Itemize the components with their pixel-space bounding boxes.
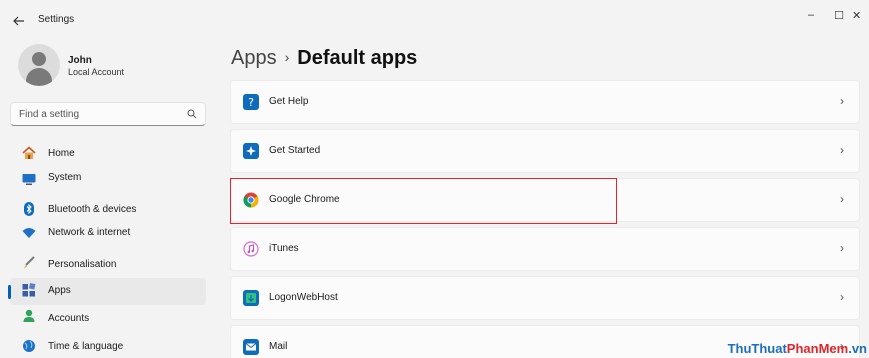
breadcrumb: Apps › Default apps xyxy=(231,47,417,70)
back-button[interactable] xyxy=(8,10,30,32)
app-row-google-chrome[interactable]: Google Chrome › xyxy=(230,178,860,222)
maximize-icon: ☐ xyxy=(834,9,844,22)
sidebar-item-network[interactable]: Network & internet xyxy=(10,223,206,251)
system-icon xyxy=(22,173,36,185)
page-title: Default apps xyxy=(297,47,418,69)
app-name: LogonWebHost xyxy=(269,292,338,303)
close-button[interactable]: ✕ xyxy=(852,4,869,26)
chrome-icon xyxy=(243,192,259,208)
sidebar-nav: Home System Bluetooth & devices Network … xyxy=(8,140,206,358)
app-name: Get Help xyxy=(269,96,309,107)
profile-name: John xyxy=(68,55,92,66)
logon-web-host-icon xyxy=(243,290,259,306)
chevron-right-icon: › xyxy=(840,94,844,108)
watermark: ThuThuatPhanMem.vn xyxy=(727,341,867,356)
mail-icon xyxy=(243,339,259,355)
sidebar-item-label: Personalisation xyxy=(48,259,117,270)
app-name: iTunes xyxy=(269,243,299,254)
brush-icon xyxy=(23,256,35,269)
avatar xyxy=(18,44,60,86)
app-row-logonwebhost[interactable]: LogonWebHost › xyxy=(230,276,860,320)
sidebar-item-time-language[interactable]: Time & language xyxy=(10,333,206,358)
sidebar-item-personalisation[interactable]: Personalisation xyxy=(10,250,206,278)
chevron-right-icon: › xyxy=(840,143,844,157)
itunes-icon xyxy=(243,241,259,257)
home-icon xyxy=(22,146,36,159)
profile-account-type: Local Account xyxy=(68,67,125,77)
sidebar-item-label: Accounts xyxy=(48,313,90,324)
sidebar-item-label: Time & language xyxy=(48,340,124,352)
get-help-icon: ? xyxy=(243,94,259,110)
window-title: Settings xyxy=(38,14,75,25)
minimize-button[interactable]: – xyxy=(798,4,824,26)
chevron-right-icon: › xyxy=(840,241,844,255)
apps-icon xyxy=(22,282,36,296)
breadcrumb-separator: › xyxy=(284,49,290,65)
search-input[interactable] xyxy=(19,106,179,122)
wifi-icon xyxy=(22,227,36,238)
close-icon: ✕ xyxy=(852,9,862,22)
app-name: Google Chrome xyxy=(269,194,340,205)
sidebar-item-apps[interactable]: Apps xyxy=(8,277,206,305)
sidebar-item-label: Bluetooth & devices xyxy=(48,204,137,215)
breadcrumb-parent[interactable]: Apps xyxy=(231,47,277,69)
chevron-right-icon: › xyxy=(840,290,844,304)
globe-icon xyxy=(23,339,35,352)
chevron-right-icon: › xyxy=(840,192,844,206)
sidebar-item-label: Home xyxy=(48,148,75,159)
app-row-itunes[interactable]: iTunes › xyxy=(230,227,860,271)
app-row-get-started[interactable]: Get Started › xyxy=(230,129,860,173)
app-name: Get Started xyxy=(269,145,321,156)
back-arrow-icon xyxy=(13,16,24,26)
sidebar-item-system[interactable]: System xyxy=(10,168,206,196)
sidebar-item-home[interactable]: Home xyxy=(10,140,206,168)
app-row-get-help[interactable]: ? Get Help › xyxy=(230,80,860,124)
sidebar-item-bluetooth[interactable]: Bluetooth & devices xyxy=(10,195,206,223)
bluetooth-icon xyxy=(24,202,34,216)
search-icon[interactable] xyxy=(187,109,197,119)
sidebar-item-label: Network & internet xyxy=(48,226,131,238)
sidebar-item-accounts[interactable]: Accounts xyxy=(10,305,206,333)
get-started-icon xyxy=(243,143,259,159)
svg-text:?: ? xyxy=(248,96,254,109)
app-name: Mail xyxy=(269,341,288,352)
sidebar-item-label: Apps xyxy=(48,284,71,296)
title-bar: Settings – ☐ ✕ xyxy=(0,0,869,40)
search-box[interactable] xyxy=(10,102,206,126)
active-indicator xyxy=(8,284,11,299)
maximize-button[interactable]: ☐ xyxy=(826,4,852,26)
accounts-icon xyxy=(23,309,35,322)
sidebar-item-label: System xyxy=(48,171,82,183)
minimize-icon: – xyxy=(807,9,815,21)
